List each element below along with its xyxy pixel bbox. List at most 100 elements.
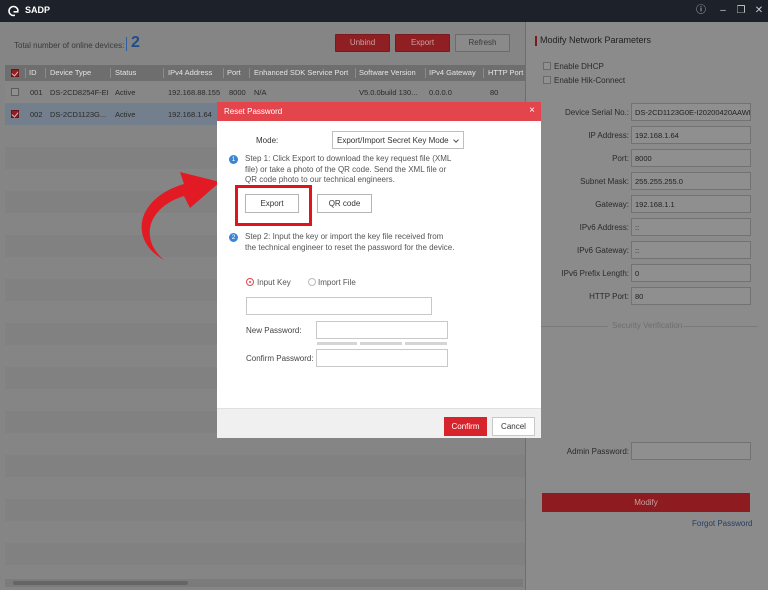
cell-ipv4: 192.168.1.64	[168, 110, 212, 119]
new-password-label: New Password:	[246, 326, 302, 335]
confirm-password-label: Confirm Password:	[246, 354, 314, 363]
dialog-title: Reset Password	[224, 107, 283, 116]
column-header-http-port[interactable]: HTTP Port	[488, 68, 524, 77]
cell-version: V5.0.0build 130...	[359, 88, 418, 97]
column-separator	[45, 68, 46, 78]
scrollbar-thumb[interactable]	[13, 581, 188, 585]
column-header-port[interactable]: Port	[227, 68, 241, 77]
gateway-field[interactable]: 192.168.1.1	[631, 195, 751, 213]
horizontal-scrollbar[interactable]	[5, 579, 523, 587]
serial-label: Device Serial No.:	[564, 108, 629, 117]
confirm-password-input[interactable]	[316, 349, 448, 367]
device-table-header: ID Device Type Status IPv4 Address Port …	[5, 65, 525, 81]
column-header-id[interactable]: ID	[29, 68, 37, 77]
step-1-instructions: Step 1: Click Export to download the key…	[245, 154, 452, 184]
ipv6-gateway-label: IPv6 Gateway:	[576, 246, 629, 255]
ipv6-address-field[interactable]: ::	[631, 218, 751, 236]
strength-meter-segment	[360, 342, 402, 345]
qr-code-button[interactable]: QR code	[317, 194, 372, 213]
select-all-checkbox[interactable]	[11, 69, 19, 77]
step-2-instructions: Step 2: Input the key or import the key …	[245, 232, 455, 252]
info-icon[interactable]: ⓘ	[694, 4, 708, 18]
forgot-password-link[interactable]: Forgot Password	[692, 519, 752, 528]
sadp-logo-icon	[8, 5, 20, 17]
refresh-button[interactable]: Refresh	[455, 34, 510, 52]
restore-button[interactable]: ❐	[734, 4, 748, 18]
column-header-ipv4[interactable]: IPv4 Address	[168, 68, 212, 77]
serial-field[interactable]: DS-2CD1123G0E-I20200420AAWR	[631, 103, 751, 121]
column-separator	[483, 68, 484, 78]
column-separator	[110, 68, 111, 78]
export-list-button[interactable]: Export	[395, 34, 450, 52]
column-header-sdk-port[interactable]: Enhanced SDK Service Port	[254, 68, 348, 77]
column-separator	[163, 68, 164, 78]
column-header-gateway[interactable]: IPv4 Gateway	[429, 68, 476, 77]
minimize-button[interactable]: –	[716, 4, 730, 18]
column-separator	[355, 68, 356, 78]
cell-http-port: 80	[490, 88, 499, 97]
admin-password-label: Admin Password:	[566, 447, 629, 456]
admin-password-field[interactable]	[631, 442, 751, 460]
enable-dhcp-checkbox[interactable]	[543, 62, 551, 70]
cancel-button[interactable]: Cancel	[492, 417, 535, 436]
online-devices-count: 2	[131, 34, 140, 51]
step-2-badge: 2	[229, 233, 238, 242]
subnet-mask-label: Subnet Mask:	[580, 177, 629, 186]
confirm-button[interactable]: Confirm	[444, 417, 487, 436]
http-port-field[interactable]: 80	[631, 287, 751, 305]
enable-dhcp-label: Enable DHCP	[554, 62, 604, 71]
enable-hik-connect-checkbox[interactable]	[543, 76, 551, 84]
ipv6-prefix-label: IPv6 Prefix Length:	[561, 269, 629, 278]
column-separator	[223, 68, 224, 78]
column-header-status[interactable]: Status	[115, 68, 136, 77]
column-separator	[25, 68, 26, 78]
unbind-button[interactable]: Unbind	[335, 34, 390, 52]
app-title: SADP	[25, 5, 51, 15]
ipv6-address-label: IPv6 Address:	[579, 223, 629, 232]
subnet-mask-field[interactable]: 255.255.255.0	[631, 172, 751, 190]
ip-address-field[interactable]: 192.168.1.64	[631, 126, 751, 144]
new-password-input[interactable]	[316, 321, 448, 339]
strength-meter-segment	[405, 342, 447, 345]
cell-status: Active	[115, 88, 136, 97]
column-header-version[interactable]: Software Version	[359, 68, 416, 77]
close-window-button[interactable]: ✕	[752, 4, 766, 18]
close-icon[interactable]: ×	[529, 105, 535, 116]
title-bar: SADP ⓘ – ❐ ✕	[0, 0, 768, 22]
row-checkbox[interactable]	[11, 110, 19, 118]
mode-select[interactable]: Export/Import Secret Key Mode	[332, 131, 464, 149]
table-row[interactable]: 001 DS-2CD8254F-EI Active 192.168.88.155…	[5, 81, 525, 103]
import-file-radio[interactable]	[308, 278, 316, 286]
input-key-radio[interactable]	[246, 278, 254, 286]
step-1-badge: 1	[229, 155, 238, 164]
column-separator	[249, 68, 250, 78]
port-label: Port:	[612, 154, 629, 163]
cell-status: Active	[115, 110, 136, 119]
security-verification-heading: Security Verification	[612, 321, 683, 330]
cell-sdk-port: N/A	[254, 88, 267, 97]
count-divider	[126, 37, 127, 51]
input-key-label: Input Key	[257, 278, 291, 287]
divider	[683, 326, 758, 327]
key-input[interactable]	[246, 297, 432, 315]
highlight-box	[235, 185, 312, 226]
import-file-label: Import File	[318, 278, 356, 287]
enable-hik-connect-label: Enable Hik-Connect	[554, 76, 626, 85]
modify-network-panel: Modify Network Parameters Enable DHCP En…	[525, 22, 768, 590]
online-devices-label: Total number of online devices:	[14, 41, 125, 50]
mode-label: Mode:	[256, 136, 279, 145]
modify-button[interactable]: Modify	[542, 493, 750, 512]
dialog-header: Reset Password ×	[217, 102, 541, 121]
column-header-device-type[interactable]: Device Type	[50, 68, 91, 77]
cell-ipv4: 192.168.88.155	[168, 88, 221, 97]
ipv6-gateway-field[interactable]: ::	[631, 241, 751, 259]
chevron-down-icon	[453, 137, 459, 143]
title-accent-bar	[535, 36, 537, 46]
row-checkbox[interactable]	[11, 88, 19, 96]
port-field[interactable]: 8000	[631, 149, 751, 167]
cell-id: 001	[30, 88, 43, 97]
ipv6-prefix-field[interactable]: 0	[631, 264, 751, 282]
panel-title: Modify Network Parameters	[540, 35, 652, 45]
cell-port: 8000	[229, 88, 246, 97]
dialog-footer: Confirm Cancel	[217, 408, 541, 438]
